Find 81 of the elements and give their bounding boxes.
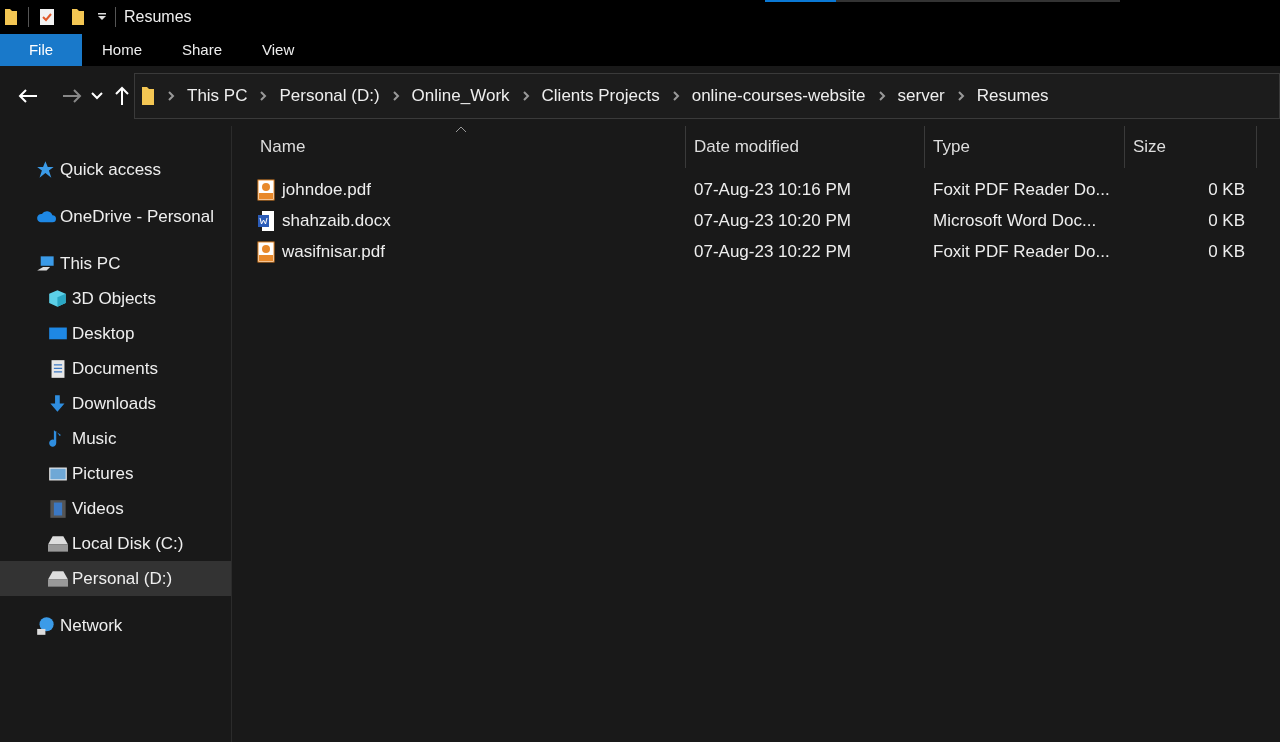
file-date: 07-Aug-23 10:20 PM bbox=[694, 209, 851, 232]
breadcrumb-item[interactable]: Personal (D:) bbox=[279, 83, 380, 109]
breadcrumb-item[interactable]: server bbox=[897, 83, 945, 109]
sidebar-item[interactable]: 3D Objects bbox=[0, 281, 231, 316]
file-type: Foxit PDF Reader Do... bbox=[933, 240, 1110, 263]
breadcrumb-item[interactable]: Online_Work bbox=[411, 83, 510, 109]
column-header[interactable]: Name bbox=[252, 126, 686, 168]
drive-icon bbox=[48, 568, 68, 589]
sidebar-label: OneDrive - Personal bbox=[60, 205, 214, 228]
file-type: Microsoft Word Doc... bbox=[933, 209, 1097, 232]
chevron-down-icon[interactable] bbox=[90, 91, 104, 101]
sidebar-item[interactable]: Quick access bbox=[0, 152, 231, 187]
pdf-file-icon bbox=[257, 178, 275, 201]
sidebar-item[interactable]: Documents bbox=[0, 351, 231, 386]
address-bar[interactable]: This PC Personal (D:) Online_Work Clients Projects online-courses-website server Resumes bbox=[134, 73, 1280, 119]
chevron-right-icon[interactable] bbox=[167, 90, 175, 102]
ribbon-tab[interactable]: File bbox=[0, 34, 82, 66]
column-header[interactable]: Size bbox=[1125, 126, 1257, 168]
sidebar-label: This PC bbox=[60, 252, 121, 275]
sidebar-label: Music bbox=[72, 427, 117, 450]
sidebar-label: Videos bbox=[72, 497, 124, 520]
file-size: 0 KB bbox=[1208, 178, 1245, 201]
pdf-file-icon bbox=[257, 240, 275, 263]
folder-icon[interactable] bbox=[71, 8, 85, 26]
forward-arrow-icon[interactable] bbox=[62, 88, 82, 104]
globe-icon bbox=[36, 615, 56, 636]
sidebar-label: Pictures bbox=[72, 462, 134, 485]
folder-icon bbox=[141, 86, 155, 106]
word-file-icon bbox=[257, 209, 275, 232]
sort-caret-icon bbox=[455, 126, 467, 133]
breadcrumb-item[interactable]: Clients Projects bbox=[541, 83, 660, 109]
file-name[interactable]: johndoe.pdf bbox=[282, 176, 371, 203]
sidebar-item[interactable]: Downloads bbox=[0, 386, 231, 421]
ribbon-tab[interactable]: View bbox=[242, 34, 315, 66]
checklist-icon[interactable] bbox=[39, 8, 55, 26]
ribbon-tab[interactable]: Share bbox=[162, 34, 243, 66]
sidebar-item[interactable]: Desktop bbox=[0, 316, 231, 351]
window-title: Resumes bbox=[124, 7, 192, 27]
sidebar-label: 3D Objects bbox=[72, 287, 157, 310]
up-arrow-icon[interactable] bbox=[114, 86, 130, 106]
sidebar-item[interactable]: Pictures bbox=[0, 456, 231, 491]
ribbon-tab[interactable]: Home bbox=[82, 34, 162, 66]
file-size: 0 KB bbox=[1208, 240, 1245, 263]
breadcrumb-item[interactable]: This PC bbox=[187, 83, 248, 109]
sidebar-label: Local Disk (C:) bbox=[72, 532, 184, 555]
sidebar-label: Personal (D:) bbox=[72, 567, 173, 590]
sidebar-item[interactable]: Local Disk (C:) bbox=[0, 526, 231, 561]
breadcrumb-item[interactable]: online-courses-website bbox=[691, 83, 866, 109]
drive-icon bbox=[48, 533, 68, 554]
chevron-right-icon[interactable] bbox=[877, 90, 886, 102]
sidebar-label: Downloads bbox=[72, 392, 157, 415]
file-name[interactable]: wasifnisar.pdf bbox=[282, 238, 385, 265]
column-header[interactable]: Date modified bbox=[686, 126, 925, 168]
dropdown-icon[interactable] bbox=[97, 12, 107, 22]
chevron-right-icon[interactable] bbox=[671, 90, 680, 102]
sidebar-item[interactable]: Videos bbox=[0, 491, 231, 526]
sidebar-item[interactable]: This PC bbox=[0, 246, 231, 281]
sidebar-item[interactable]: OneDrive - Personal bbox=[0, 199, 231, 234]
chevron-right-icon[interactable] bbox=[391, 90, 400, 102]
folder-icon[interactable] bbox=[4, 8, 18, 26]
chevron-right-icon[interactable] bbox=[956, 90, 965, 102]
sidebar-label: Documents bbox=[72, 357, 158, 380]
back-arrow-icon[interactable] bbox=[18, 88, 38, 104]
chevron-right-icon[interactable] bbox=[521, 90, 530, 102]
file-name[interactable]: shahzaib.docx bbox=[282, 207, 391, 234]
sidebar-item[interactable]: Personal (D:) bbox=[0, 561, 231, 596]
column-header[interactable]: Type bbox=[925, 126, 1125, 168]
file-date: 07-Aug-23 10:16 PM bbox=[694, 178, 851, 201]
chevron-right-icon[interactable] bbox=[259, 90, 268, 102]
file-size: 0 KB bbox=[1208, 209, 1245, 232]
breadcrumb-item[interactable]: Resumes bbox=[976, 83, 1049, 109]
sidebar-item[interactable]: Music bbox=[0, 421, 231, 456]
star-icon bbox=[36, 159, 56, 180]
sidebar-label: Desktop bbox=[72, 322, 135, 345]
sidebar-label: Network bbox=[60, 614, 123, 637]
file-date: 07-Aug-23 10:22 PM bbox=[694, 240, 851, 263]
cube-icon bbox=[48, 288, 68, 309]
film-icon bbox=[48, 498, 68, 519]
sidebar-label: Quick access bbox=[60, 158, 162, 181]
file-type: Foxit PDF Reader Do... bbox=[933, 178, 1110, 201]
sidebar-item[interactable]: Network bbox=[0, 608, 231, 643]
